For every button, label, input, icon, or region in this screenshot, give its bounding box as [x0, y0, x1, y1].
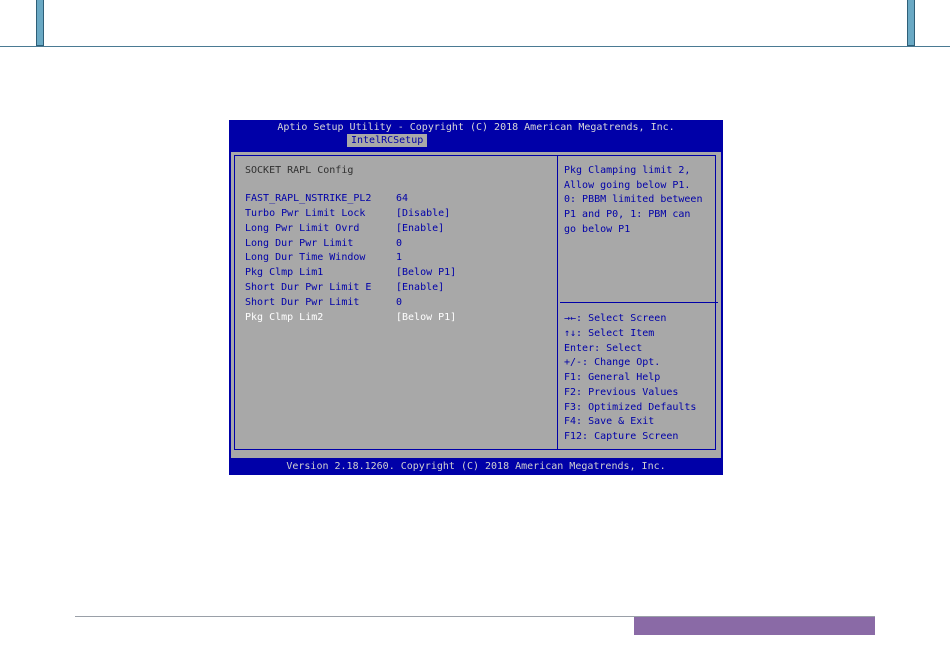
header-accent-bar-right — [907, 0, 915, 46]
help-text-line: go below P1 — [564, 224, 631, 235]
header-rule — [0, 46, 950, 47]
setting-long-pwr-limit-ovrd[interactable]: Long Pwr Limit Ovrd [Enable] — [245, 222, 545, 236]
help-text-line: P1 and P0, 1: PBM can — [564, 209, 691, 220]
help-text-line: Allow going below P1. — [564, 180, 691, 191]
setting-label: Short Dur Pwr Limit — [245, 297, 360, 308]
setting-value: [Below P1] — [396, 267, 457, 278]
bios-main-panel: SOCKET RAPL Config FAST_RAPL_NSTRIKE_PL2… — [231, 152, 721, 458]
setting-long-dur-pwr-limit[interactable]: Long Dur Pwr Limit 0 — [245, 237, 545, 251]
key-help-select-item: ↑↓: Select Item — [564, 328, 655, 339]
setting-pkg-clmp-lim1[interactable]: Pkg Clmp Lim1 [Below P1] — [245, 266, 545, 280]
setting-label: Long Dur Pwr Limit — [245, 238, 354, 249]
key-help-select-screen: →←: Select Screen — [564, 313, 667, 324]
header-accent-bar-left — [36, 0, 44, 46]
setting-label: Long Pwr Limit Ovrd — [245, 223, 360, 234]
setting-value: 1 — [396, 252, 403, 263]
setting-label: Pkg Clmp Lim2 — [245, 312, 324, 323]
settings-pane: SOCKET RAPL Config FAST_RAPL_NSTRIKE_PL2… — [231, 152, 557, 458]
setting-value: [Disable] — [396, 208, 451, 219]
setting-fast-rapl-nstrike-pl2[interactable]: FAST_RAPL_NSTRIKE_PL2 64 — [245, 192, 545, 206]
setting-long-dur-time-window[interactable]: Long Dur Time Window 1 — [245, 251, 545, 265]
help-text-line: Pkg Clamping limit 2, — [564, 165, 691, 176]
setting-value: 64 — [396, 193, 409, 204]
setting-short-dur-pwr-limit-e[interactable]: Short Dur Pwr Limit E [Enable] — [245, 281, 545, 295]
setting-value: 0 — [396, 238, 403, 249]
setting-value: [Enable] — [396, 282, 445, 293]
setting-pkg-clmp-lim2[interactable]: Pkg Clmp Lim2 [Below P1] — [245, 311, 545, 325]
setting-short-dur-pwr-limit[interactable]: Short Dur Pwr Limit 0 — [245, 296, 545, 310]
bios-footer: Version 2.18.1260. Copyright (C) 2018 Am… — [286, 461, 666, 472]
setting-label: Short Dur Pwr Limit E — [245, 282, 372, 293]
section-title: SOCKET RAPL Config — [245, 165, 354, 176]
bios-screen: Aptio Setup Utility - Copyright (C) 2018… — [229, 120, 723, 475]
key-help-f3: F3: Optimized Defaults — [564, 402, 697, 413]
key-help-f12: F12: Capture Screen — [564, 431, 679, 442]
key-help-f4: F4: Save & Exit — [564, 416, 655, 427]
bios-title: Aptio Setup Utility - Copyright (C) 2018… — [277, 122, 675, 133]
key-help-change-opt: +/-: Change Opt. — [564, 357, 661, 368]
setting-value: [Enable] — [396, 223, 445, 234]
setting-label: Long Dur Time Window — [245, 252, 366, 263]
key-help-f1: F1: General Help — [564, 372, 661, 383]
help-pane: Pkg Clamping limit 2, Allow going below … — [558, 152, 719, 458]
key-help-f2: F2: Previous Values — [564, 387, 679, 398]
footer-accent-block — [634, 617, 875, 635]
tab-intelrcsetup[interactable]: IntelRCSetup — [347, 134, 428, 147]
setting-label: Pkg Clmp Lim1 — [245, 267, 324, 278]
key-help-enter: Enter: Select — [564, 343, 643, 354]
setting-label: FAST_RAPL_NSTRIKE_PL2 — [245, 193, 372, 204]
setting-value: [Below P1] — [396, 312, 457, 323]
setting-value: 0 — [396, 297, 403, 308]
setting-turbo-pwr-limit-lock[interactable]: Turbo Pwr Limit Lock [Disable] — [245, 207, 545, 221]
help-text-line: 0: PBBM limited between — [564, 194, 703, 205]
setting-label: Turbo Pwr Limit Lock — [245, 208, 366, 219]
